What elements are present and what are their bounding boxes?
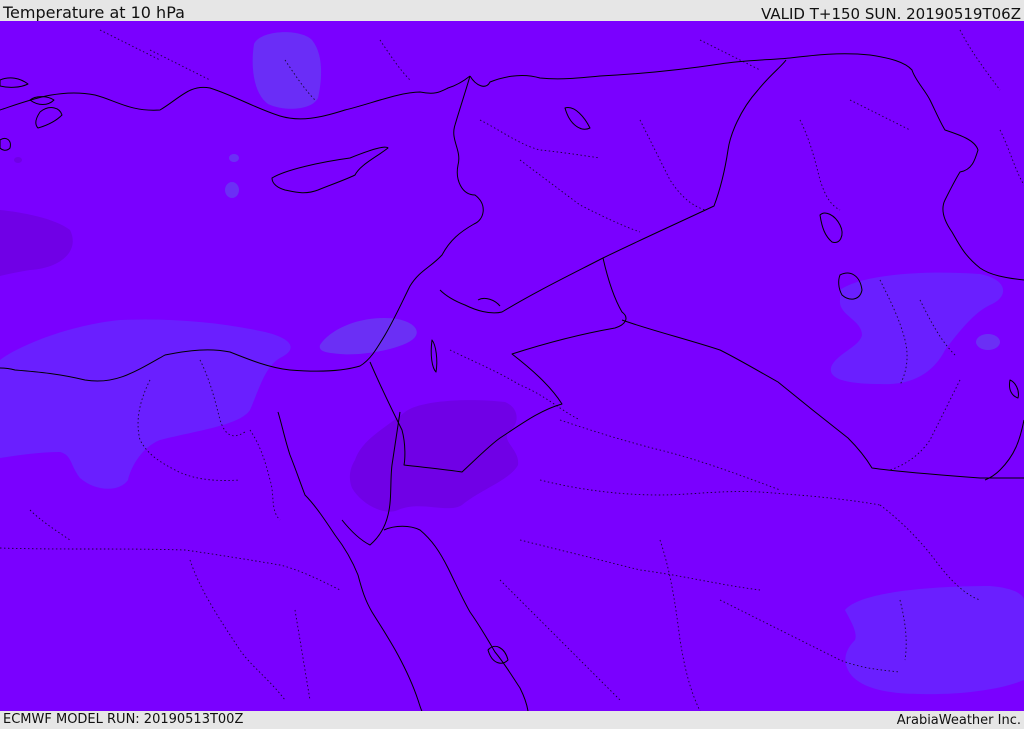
map-area[interactable] bbox=[0, 21, 1024, 711]
model-run-label: ECMWF MODEL RUN: 20190513T00Z bbox=[3, 712, 244, 727]
map-title: Temperature at 10 hPa bbox=[3, 3, 185, 22]
warm-spot-west bbox=[14, 157, 22, 163]
cool-region-black-sea bbox=[252, 32, 322, 109]
map-canvas bbox=[0, 21, 1024, 711]
credit-label: ArabiaWeather Inc. bbox=[896, 713, 1021, 728]
cool-region-arabian-sea bbox=[845, 586, 1024, 695]
cool-spot-gulf bbox=[976, 334, 1000, 350]
bottom-bar: ECMWF MODEL RUN: 20190513T00Z ArabiaWeat… bbox=[0, 711, 1024, 729]
cool-spot-aegean-2 bbox=[225, 182, 239, 198]
cool-spot-aegean-1 bbox=[229, 154, 239, 162]
top-bar: Temperature at 10 hPa VALID T+150 SUN. 2… bbox=[0, 0, 1024, 23]
